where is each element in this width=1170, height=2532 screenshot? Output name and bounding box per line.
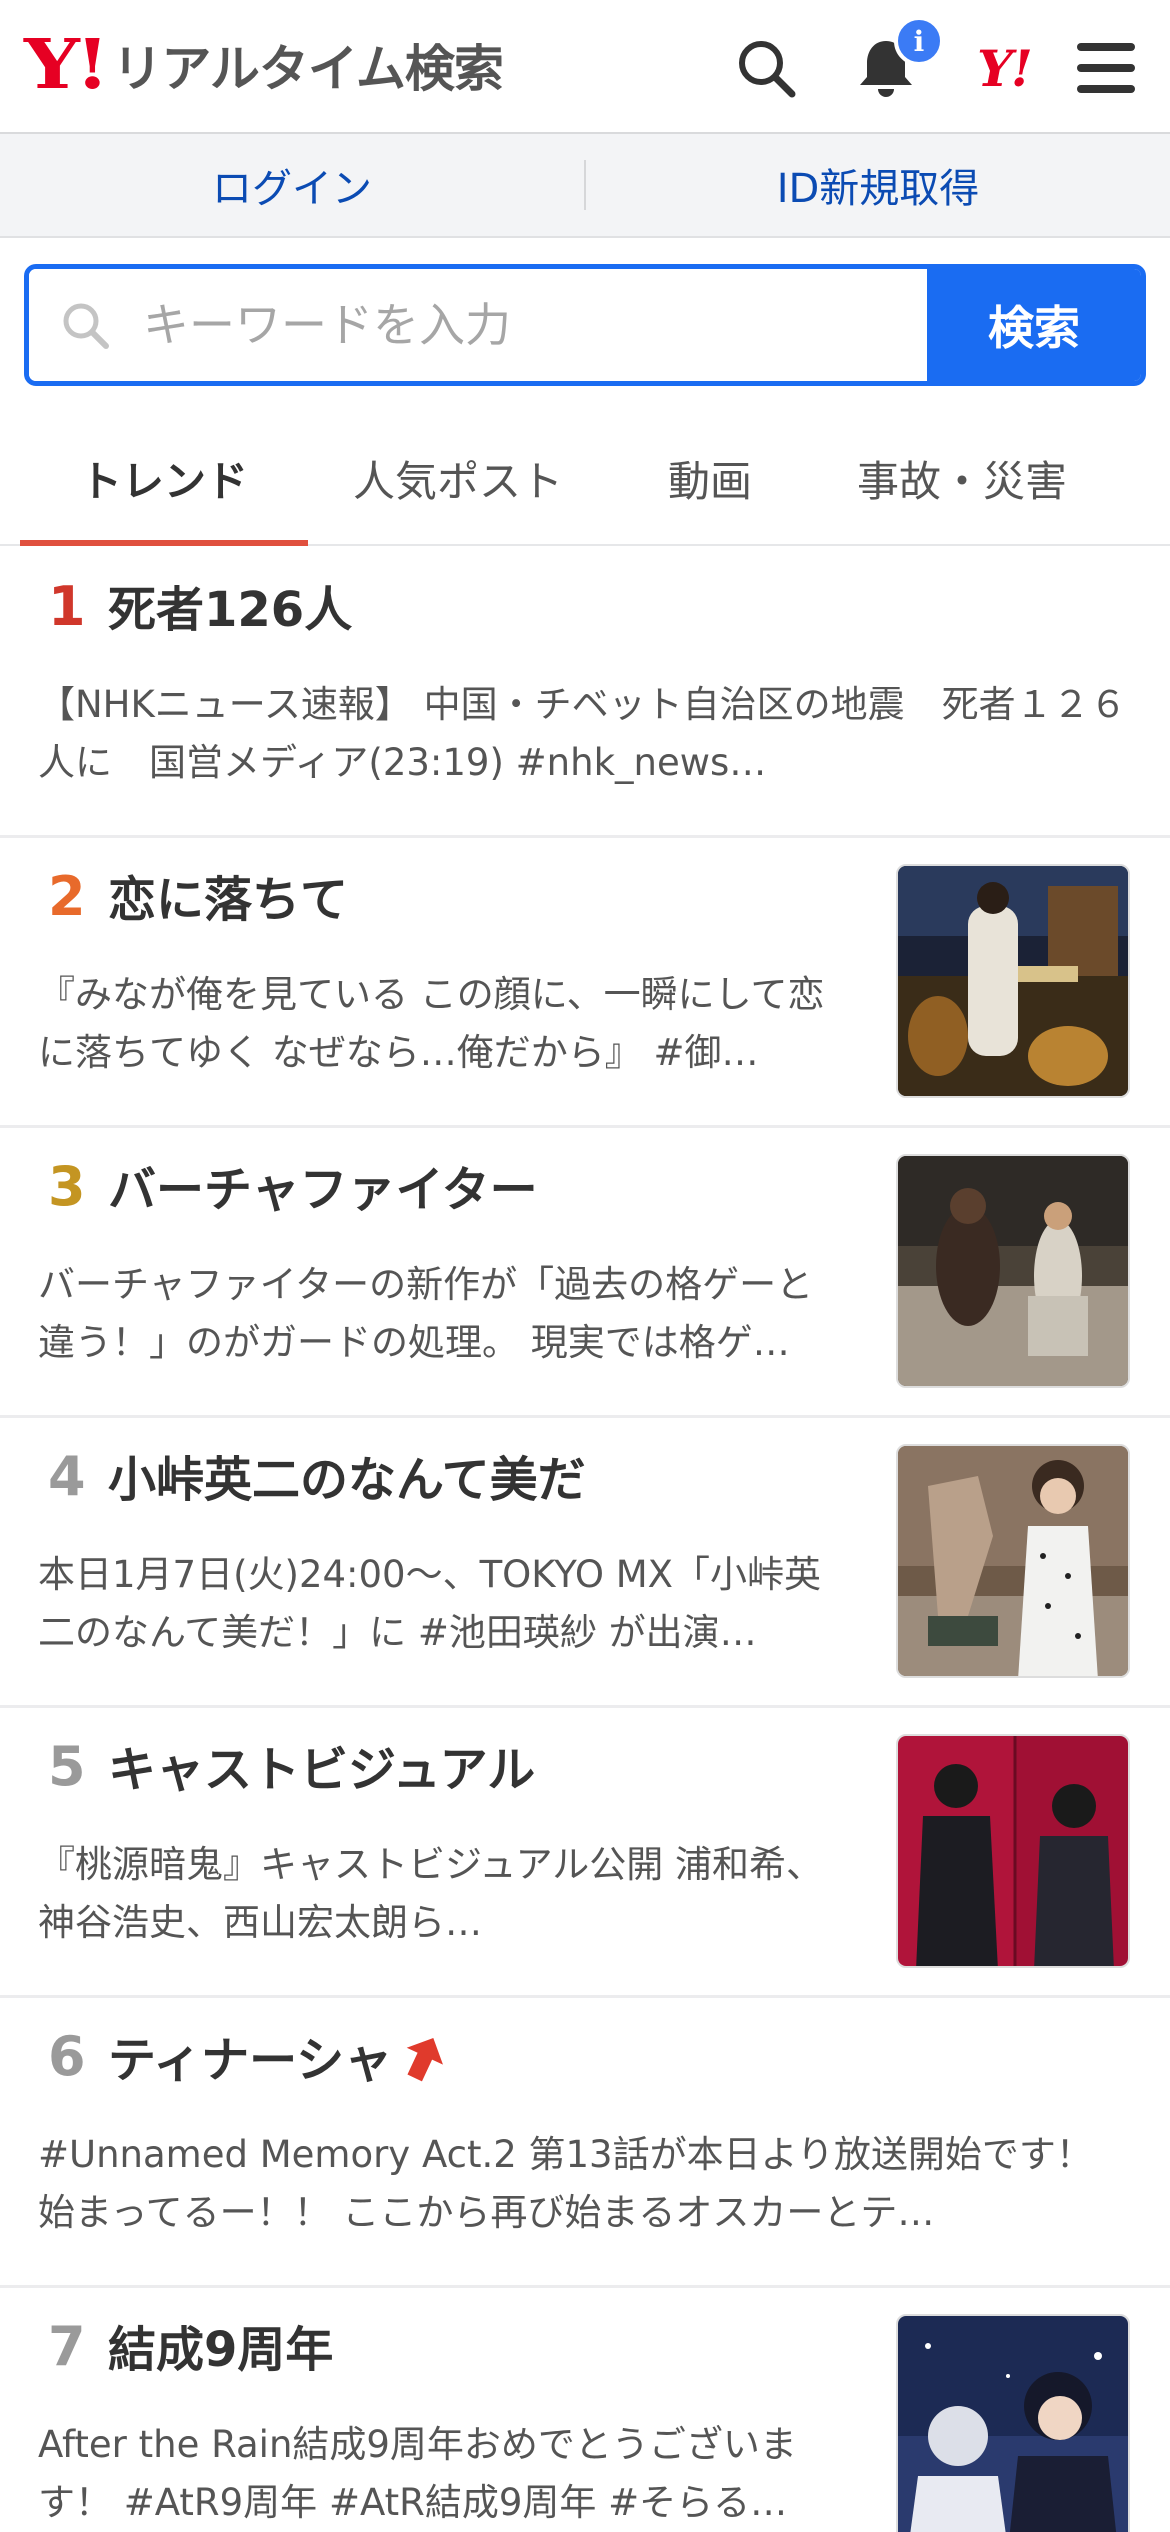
trend-rank: 2 (48, 865, 86, 928)
login-link[interactable]: ログイン (0, 134, 584, 236)
trend-title: バーチャファイター (108, 1162, 538, 1218)
trend-description: 『みなが俺を見ている この顔に、一瞬にして恋に落ちてゆく なぜなら…俺だから』 … (38, 973, 825, 1074)
yahoo-logo-mark: Y! (24, 25, 110, 105)
search-field-icon (29, 269, 115, 381)
trend-description: バーチャファイターの新作が「過去の格ゲーと違う！」のがガードの処理。 現実では格… (38, 1263, 814, 1364)
trend-rank: 4 (48, 1445, 86, 1508)
trend-description: After the Rain結成9周年おめでとうございます！ #AtR9周年 #… (38, 2423, 797, 2524)
trend-description: 『桃源暗鬼』キャストビジュアル公開 浦和希、神谷浩史、西山宏太朗ら… (38, 1843, 824, 1944)
trend-thumbnail[interactable] (896, 1154, 1130, 1388)
yahoo-japan-icon[interactable]: Y! (964, 28, 1044, 108)
trend-title: ティナーシャ (108, 2034, 446, 2093)
trend-rank: 5 (48, 1735, 86, 1798)
trend-item-2[interactable]: 2 恋に落ちて 『みなが俺を見ている この顔に、一瞬にして恋に落ちてゆく なぜな… (0, 838, 1170, 1128)
trend-title: 小峠英二のなんて美だ (108, 1452, 586, 1508)
trend-title: 恋に落ちて (108, 872, 349, 928)
trend-thumbnail[interactable] (896, 864, 1130, 1098)
tab-accidents-disasters[interactable]: 事故・災害 (812, 412, 1112, 544)
tab-video[interactable]: 動画 (608, 412, 812, 544)
app-header: Y! リアルタイム検索 i Y! (0, 0, 1170, 134)
trend-list: 1 死者126人 【NHKニュース速報】 中国・チベット自治区の地震 死者１２６… (0, 548, 1170, 2532)
search-bar: 検索 (24, 264, 1146, 386)
trend-description: #Unnamed Memory Act.2 第13話が本日より放送開始です！ 始… (38, 2133, 1093, 2234)
trend-title: キャストビジュアル (108, 1742, 536, 1798)
search-input[interactable] (115, 298, 927, 352)
trend-item-7[interactable]: 7 結成9周年 After the Rain結成9周年おめでとうございます！ #… (0, 2288, 1170, 2532)
trend-item-3[interactable]: 3 バーチャファイター バーチャファイターの新作が「過去の格ゲーと違う！」のがガ… (0, 1128, 1170, 1418)
trend-description: 本日1月7日(火)24:00〜、TOKYO MX「小峠英二のなんて美だ！」に #… (38, 1553, 821, 1654)
trend-thumbnail[interactable] (896, 1444, 1130, 1678)
trend-item-4[interactable]: 4 小峠英二のなんて美だ 本日1月7日(火)24:00〜、TOKYO MX「小峠… (0, 1418, 1170, 1708)
trend-rank: 1 (48, 575, 86, 638)
trend-rank: 7 (48, 2315, 86, 2378)
yahoo-realtime-logo[interactable]: Y! リアルタイム検索 (24, 25, 504, 105)
category-tabs: トレンド 人気ポスト 動画 事故・災害 (0, 412, 1170, 546)
search-button[interactable]: 検索 (927, 269, 1141, 381)
rising-arrow-icon (402, 2034, 446, 2093)
search-icon[interactable] (726, 28, 806, 108)
trend-title-text: ティナーシャ (108, 2032, 393, 2089)
tab-popular-posts[interactable]: 人気ポスト (308, 412, 608, 544)
trend-item-1[interactable]: 1 死者126人 【NHKニュース速報】 中国・チベット自治区の地震 死者１２６… (0, 548, 1170, 838)
trend-title: 結成9周年 (108, 2322, 334, 2378)
logo-text: リアルタイム検索 (112, 40, 503, 98)
trend-thumbnail[interactable] (896, 1734, 1130, 1968)
search-field (29, 269, 927, 381)
trend-item-6[interactable]: 6 ティナーシャ #Unnamed Memory Act.2 第13話が本日より… (0, 1998, 1170, 2288)
trend-thumbnail[interactable] (896, 2314, 1130, 2532)
hamburger-menu-icon[interactable] (1066, 28, 1146, 108)
trend-rank: 6 (48, 2025, 86, 2088)
login-bar: ログイン ID新規取得 (0, 134, 1170, 238)
trend-description: 【NHKニュース速報】 中国・チベット自治区の地震 死者１２６人に 国営メディア… (38, 683, 1127, 784)
signup-link[interactable]: ID新規取得 (586, 134, 1170, 236)
tab-trend[interactable]: トレンド (20, 412, 308, 546)
trend-title: 死者126人 (108, 582, 353, 638)
trend-rank: 3 (48, 1155, 86, 1218)
trend-item-5[interactable]: 5 キャストビジュアル 『桃源暗鬼』キャストビジュアル公開 浦和希、神谷浩史、西… (0, 1708, 1170, 1998)
notification-badge: i (894, 16, 944, 66)
